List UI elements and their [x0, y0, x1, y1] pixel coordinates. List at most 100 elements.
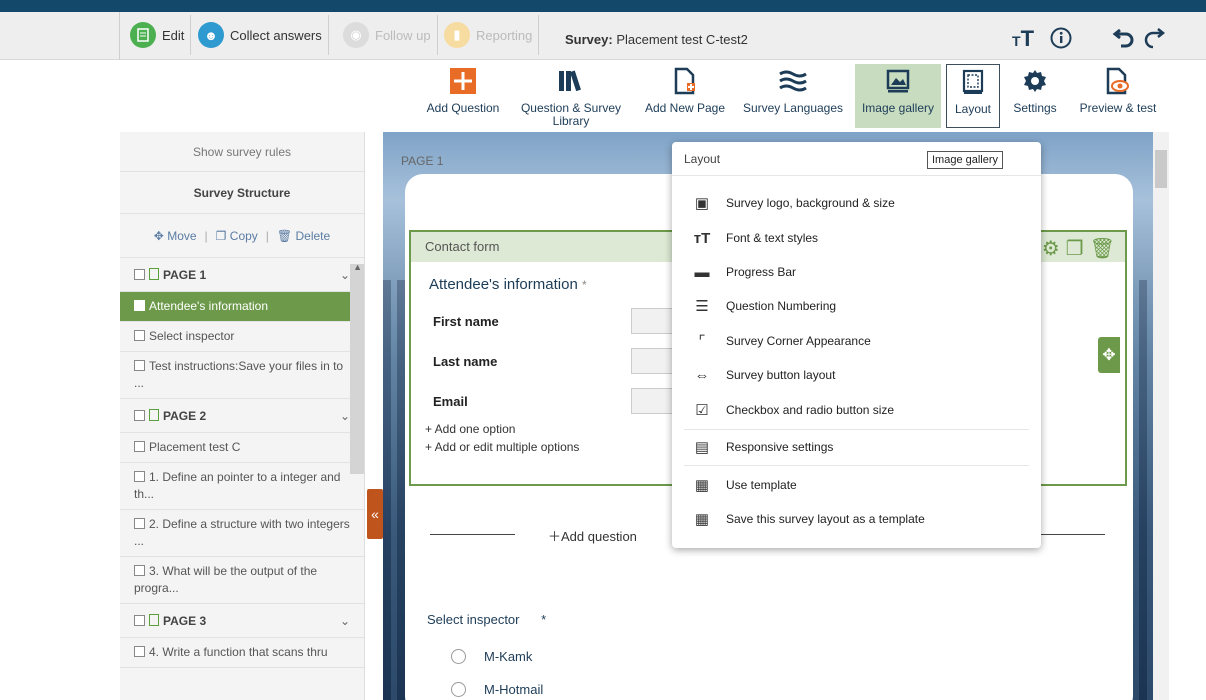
copy-icon[interactable]: ❐ [1066, 236, 1084, 261]
sidebar-item-page-2[interactable]: PAGE 2 ⌄ [120, 399, 364, 433]
sidebar-item-question-4[interactable]: 4. Write a function that scans thru [120, 638, 364, 668]
sidebar-item-label: Placement test C [149, 440, 241, 454]
checkbox[interactable] [134, 269, 145, 280]
chart-icon: ▮ [444, 22, 470, 48]
radio-option[interactable]: M-Hotmail [451, 682, 543, 697]
menu-item-progress-bar[interactable]: ▬ Progress Bar [692, 259, 797, 285]
tab-reporting[interactable]: ▮ Reporting [438, 15, 540, 55]
structure-list: PAGE 1 ⌄ Attendee's information Select in… [120, 258, 364, 668]
radio-button[interactable] [451, 649, 466, 664]
select-inspector-question[interactable]: Select inspector * [427, 612, 546, 627]
plus-icon [446, 64, 480, 98]
trash-icon[interactable]: 🗑 [1090, 236, 1115, 261]
survey-structure-title: Survey Structure [120, 172, 364, 214]
add-one-option-link[interactable]: + Add one option [425, 422, 515, 436]
double-chevron-left-icon: « [371, 506, 379, 522]
scroll-up-arrow-icon[interactable]: ▲ [353, 262, 362, 272]
checkbox[interactable] [134, 441, 145, 452]
layout-label: Layout [954, 102, 992, 116]
menu-item-button-layout[interactable]: ⇔ Survey button layout [692, 362, 836, 388]
add-multiple-options-link[interactable]: + Add or edit multiple options [425, 440, 579, 454]
menu-item-label: Progress Bar [726, 265, 797, 279]
checkbox[interactable] [134, 330, 145, 341]
font-size-icon[interactable]: TT [1012, 26, 1034, 52]
chevron-down-icon[interactable]: ⌄ [340, 264, 350, 286]
tab-collect-answers[interactable]: ☻ Collect answers [192, 15, 329, 55]
chevron-down-icon[interactable]: ⌄ [340, 405, 350, 427]
sidebar-item-placement-test-c[interactable]: Placement test C [120, 433, 364, 463]
sidebar-item-select-inspector[interactable]: Select inspector [120, 322, 364, 352]
move-button[interactable]: ✥ Move [154, 229, 197, 243]
checkbox[interactable] [134, 300, 145, 311]
menu-item-font-styles[interactable]: ᴛT Font & text styles [692, 225, 818, 251]
menu-item-checkbox-size[interactable]: ☑ Checkbox and radio button size [692, 397, 894, 423]
eye-icon: ◉ [343, 22, 369, 48]
checkbox[interactable] [134, 565, 145, 576]
add-page-button[interactable]: Add New Page [640, 64, 730, 128]
radio-option[interactable]: M-Kamk [451, 649, 532, 664]
radio-button[interactable] [451, 682, 466, 697]
sidebar-item-attendees-information[interactable]: Attendee's information [120, 292, 364, 322]
info-icon[interactable] [1050, 27, 1072, 56]
menu-item-corner-appearance[interactable]: ⌜ Survey Corner Appearance [692, 328, 870, 354]
progress-bar-icon: ▬ [694, 263, 710, 281]
menu-item-use-template[interactable]: ▦ Use template [692, 472, 797, 498]
sidebar-item-label: PAGE 2 [163, 409, 207, 423]
library-button[interactable]: Question & Survey Library [516, 64, 626, 128]
sidebar-item-question-1[interactable]: 1. Define an pointer to a integer and th… [120, 463, 364, 510]
layout-button[interactable]: Layout [946, 64, 1000, 128]
menu-item-question-numbering[interactable]: ☰ Question Numbering [692, 293, 836, 319]
tab-follow-up[interactable]: ◉ Follow up [337, 15, 438, 55]
menu-item-save-template[interactable]: ▦ Save this survey layout as a template [692, 506, 925, 532]
tab-reporting-label: Reporting [476, 27, 533, 43]
menu-item-survey-logo[interactable]: ▣ Survey logo, background & size [692, 190, 895, 216]
template-icon: ▦ [694, 477, 710, 494]
checkbox[interactable] [134, 410, 145, 421]
library-icon [554, 64, 588, 98]
undo-icon[interactable] [1112, 25, 1136, 56]
sidebar-scrollbar[interactable] [350, 264, 364, 474]
delete-button[interactable]: 🗑 Delete [277, 229, 330, 243]
collapse-sidebar-button[interactable]: « [367, 489, 383, 539]
chevron-down-icon[interactable]: ⌄ [340, 610, 350, 632]
copy-button[interactable]: ❐ Copy [216, 229, 258, 243]
sidebar-item-question-2[interactable]: 2. Define a structure with two integers … [120, 510, 364, 557]
checkbox[interactable] [134, 471, 145, 482]
sidebar-item-page-1[interactable]: PAGE 1 ⌄ [120, 258, 364, 292]
page-icon [149, 614, 159, 626]
scrollbar-thumb[interactable] [1155, 150, 1167, 188]
survey-languages-button[interactable]: Survey Languages [740, 64, 846, 128]
image-icon: ▣ [694, 195, 710, 212]
checkbox[interactable] [134, 360, 145, 371]
main-scrollbar[interactable] [1153, 132, 1169, 700]
preview-test-button[interactable]: Preview & test [1072, 64, 1164, 128]
checkbox[interactable] [134, 646, 145, 657]
menu-item-label: Survey logo, background & size [726, 196, 895, 210]
checkbox-icon: ☑ [695, 402, 709, 419]
add-question-link-label: Add question [561, 529, 637, 544]
add-question-button[interactable]: Add Question [420, 64, 506, 128]
copy-label: Copy [229, 228, 258, 243]
sidebar-item-test-instructions[interactable]: Test instructions:Save your files in to … [120, 352, 364, 399]
show-survey-rules-button[interactable]: Show survey rules [120, 132, 364, 172]
menu-item-responsive-settings[interactable]: ▤ Responsive settings [692, 434, 833, 460]
checkbox[interactable] [134, 518, 145, 529]
menu-item-label: Font & text styles [726, 231, 819, 245]
add-question-link[interactable]: ＋Add question [548, 526, 637, 545]
sidebar-item-page-3[interactable]: PAGE 3 ⌄ [120, 604, 364, 638]
survey-name[interactable]: Placement test C-test2 [616, 32, 748, 47]
survey-title-prefix: Survey: [565, 32, 613, 47]
tab-edit[interactable]: Edit [124, 15, 192, 55]
move-handle[interactable]: ✥ [1098, 337, 1120, 373]
redo-icon[interactable] [1142, 25, 1166, 56]
move-icon: ✥ [153, 228, 164, 243]
settings-button[interactable]: Settings [1006, 64, 1064, 128]
page-icon [149, 409, 159, 421]
select-inspector-title: Select inspector [427, 612, 520, 627]
sidebar-item-question-3[interactable]: 3. What will be the output of the progra… [120, 557, 364, 604]
question-title[interactable]: Attendee's information * [429, 276, 587, 293]
gear-icon[interactable]: ⚙ [1042, 236, 1060, 261]
sidebar-item-label: Test instructions:Save your files in to … [134, 359, 344, 390]
checkbox[interactable] [134, 615, 145, 626]
image-gallery-button[interactable]: Image gallery [855, 64, 941, 128]
